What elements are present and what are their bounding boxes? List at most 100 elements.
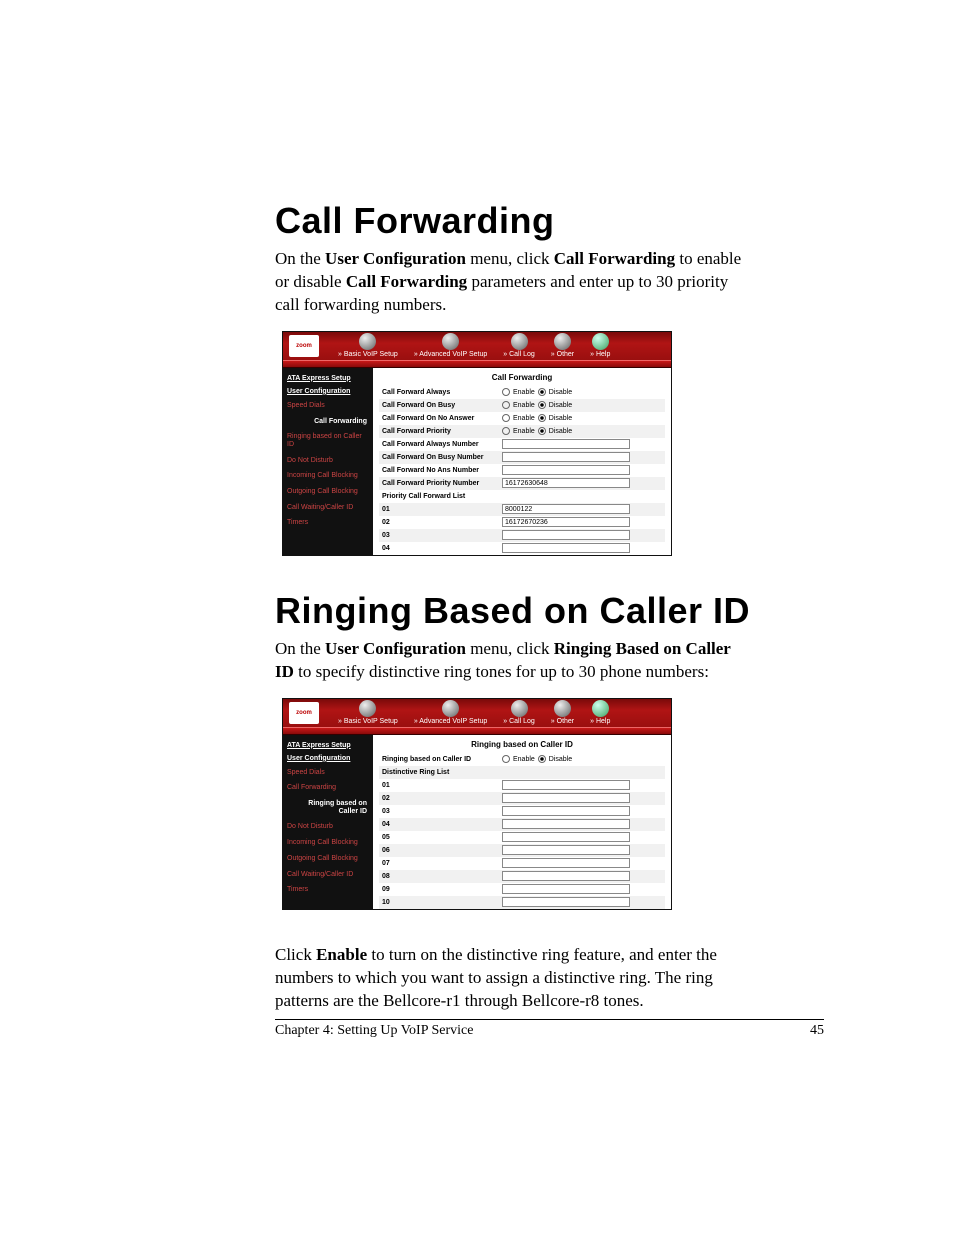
radio-label: Enable [513, 756, 535, 763]
list-input[interactable] [502, 504, 630, 514]
sidebar-item[interactable]: Call Forwarding [283, 414, 373, 430]
form-row: 01 [379, 503, 665, 516]
tab-label: » Basic VoIP Setup [338, 351, 398, 358]
tab-label: » Advanced VoIP Setup [414, 351, 487, 358]
page-footer: Chapter 4: Setting Up VoIP Service 45 [275, 1019, 824, 1039]
field-label: Call Forward On Busy [379, 400, 502, 411]
nav-tab[interactable]: » Basic VoIP Setup [331, 700, 405, 727]
field-label: Call Forward Always Number [379, 439, 502, 450]
sidebar-header[interactable]: User Configuration [283, 385, 373, 398]
sidebar-item[interactable]: Timers [283, 882, 373, 898]
nav-tab[interactable]: » Advanced VoIP Setup [407, 700, 494, 727]
list-input[interactable] [502, 780, 630, 790]
sidebar-header[interactable]: ATA Express Setup [283, 372, 373, 385]
list-input[interactable] [502, 806, 630, 816]
sidebar-item[interactable]: Do Not Disturb [283, 819, 373, 835]
field-label: Call Forward No Ans Number [379, 465, 502, 476]
sidebar-item[interactable]: Speed Dials [283, 765, 373, 781]
logo: zoom [289, 335, 319, 357]
nav-tab[interactable]: » Help [583, 700, 617, 727]
form-row: 04 [379, 818, 665, 831]
nav-tab[interactable]: » Basic VoIP Setup [331, 333, 405, 360]
radio-disable[interactable] [538, 427, 546, 435]
sidebar-header[interactable]: User Configuration [283, 752, 373, 765]
list-input[interactable] [502, 845, 630, 855]
text-input[interactable] [502, 452, 630, 462]
nav-tab[interactable]: » Other [544, 700, 581, 727]
text-bold: Enable [316, 945, 367, 964]
nav-tab[interactable]: » Advanced VoIP Setup [407, 333, 494, 360]
nav-tab[interactable]: » Call Log [496, 700, 542, 727]
list-input[interactable] [502, 897, 630, 907]
form-row: 03 [379, 529, 665, 542]
radio-label: Enable [513, 428, 535, 435]
nav-tab[interactable]: » Call Log [496, 333, 542, 360]
radio-label: Disable [549, 402, 572, 409]
list-input[interactable] [502, 819, 630, 829]
list-input[interactable] [502, 884, 630, 894]
sidebar-item[interactable]: Ringing based on Caller ID [283, 796, 373, 819]
form-row: Call Forward On Busy Number [379, 451, 665, 464]
list-index: 06 [379, 845, 502, 856]
text-bold: Call Forwarding [554, 249, 675, 268]
screenshot-call-forwarding: zoom » Basic VoIP Setup » Advanced VoIP Se… [282, 331, 672, 556]
text: On the [275, 249, 325, 268]
radio-disable[interactable] [538, 388, 546, 396]
text-input[interactable] [502, 465, 630, 475]
sidebar-item[interactable]: Call Waiting/Caller ID [283, 500, 373, 516]
sidebar-item[interactable]: Outgoing Call Blocking [283, 484, 373, 500]
field-label: Call Forward On Busy Number [379, 452, 502, 463]
tab-icon [592, 700, 609, 717]
radio-label: Disable [549, 415, 572, 422]
list-header: Distinctive Ring List [379, 767, 502, 778]
list-index: 01 [379, 780, 502, 791]
list-input[interactable] [502, 530, 630, 540]
sidebar-item[interactable]: Call Forwarding [283, 780, 373, 796]
radio-enable[interactable] [502, 755, 510, 763]
sidebar-header[interactable]: ATA Express Setup [283, 739, 373, 752]
form-row: Priority Call Forward List [379, 490, 665, 503]
radio-enable[interactable] [502, 388, 510, 396]
tab-icon [359, 700, 376, 717]
sidebar-item[interactable]: Timers [283, 515, 373, 531]
list-input[interactable] [502, 543, 630, 553]
sidebar-item[interactable]: Ringing based on Caller ID [283, 429, 373, 452]
list-input[interactable] [502, 793, 630, 803]
list-input[interactable] [502, 858, 630, 868]
radio-enable[interactable] [502, 414, 510, 422]
list-index: 03 [379, 806, 502, 817]
radio-enable[interactable] [502, 427, 510, 435]
list-index: 05 [379, 832, 502, 843]
nav-tab[interactable]: » Help [583, 333, 617, 360]
list-index: 10 [379, 897, 502, 908]
list-input[interactable] [502, 832, 630, 842]
sidebar-item[interactable]: Incoming Call Blocking [283, 468, 373, 484]
radio-disable[interactable] [538, 755, 546, 763]
text-input[interactable] [502, 439, 630, 449]
text: Click [275, 945, 316, 964]
radio-enable[interactable] [502, 401, 510, 409]
sidebar-item[interactable]: Speed Dials [283, 398, 373, 414]
radio-label: Enable [513, 389, 535, 396]
tab-label: » Help [590, 718, 610, 725]
list-index: 08 [379, 871, 502, 882]
screenshot-ringing: zoom» Basic VoIP Setup» Advanced VoIP Se… [282, 698, 672, 910]
list-input[interactable] [502, 871, 630, 881]
tab-label: » Advanced VoIP Setup [414, 718, 487, 725]
sidebar-item[interactable]: Outgoing Call Blocking [283, 851, 373, 867]
text-bold: Call Forwarding [346, 272, 467, 291]
radio-disable[interactable] [538, 414, 546, 422]
radio-label: Enable [513, 415, 535, 422]
text-input[interactable] [502, 478, 630, 488]
list-input[interactable] [502, 517, 630, 527]
paragraph: On the User Configuration menu, click Ca… [275, 248, 745, 317]
sidebar-item[interactable]: Call Waiting/Caller ID [283, 867, 373, 883]
sidebar-item[interactable]: Incoming Call Blocking [283, 835, 373, 851]
radio-disable[interactable] [538, 401, 546, 409]
nav-tab[interactable]: » Other [544, 333, 581, 360]
panel-title: Call Forwarding [373, 368, 671, 386]
tab-icon [511, 333, 528, 350]
sidebar-item[interactable]: Do Not Disturb [283, 453, 373, 469]
form-row: 10 [379, 896, 665, 909]
tab-icon [442, 333, 459, 350]
